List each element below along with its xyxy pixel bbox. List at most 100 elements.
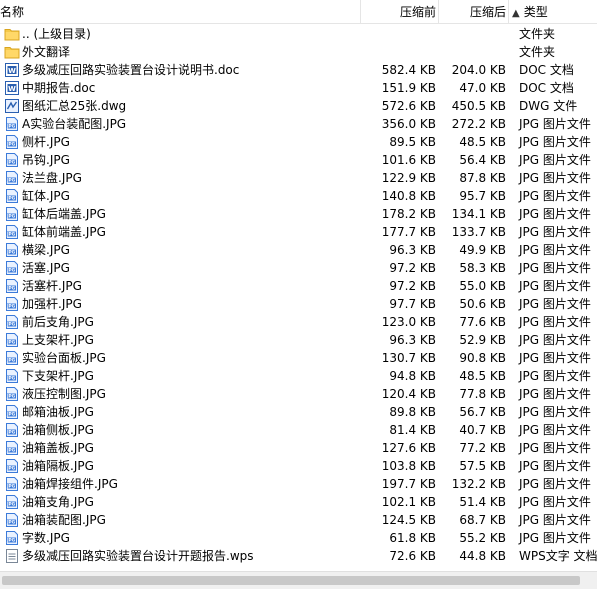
column-divider[interactable]: [508, 0, 509, 23]
svg-text:JPG: JPG: [6, 484, 16, 489]
file-row[interactable]: JPG A实验台装配图.JPG 356.0 KB 272.2 KB JPG 图片文件: [0, 115, 597, 133]
column-name-header[interactable]: 名称: [0, 4, 360, 20]
file-type: JPG 图片文件: [519, 423, 591, 437]
horizontal-scrollbar[interactable]: [0, 571, 597, 589]
column-divider[interactable]: [438, 0, 439, 23]
svg-text:JPG: JPG: [6, 520, 16, 525]
size-after: 77.8 KB: [459, 387, 506, 401]
column-type-label: 类型: [523, 5, 548, 19]
file-row[interactable]: JPG 活塞.JPG 97.2 KB 58.3 KB JPG 图片文件: [0, 259, 597, 277]
file-row[interactable]: JPG 字数.JPG 61.8 KB 55.2 KB JPG 图片文件: [0, 529, 597, 547]
file-type: JPG 图片文件: [519, 189, 591, 203]
file-row[interactable]: 多级减压回路实验装置台设计开题报告.wps 72.6 KB 44.8 KB WPS文字…: [0, 547, 597, 565]
size-before: 103.8 KB: [381, 459, 436, 473]
file-name: 缸体.JPG: [22, 189, 70, 203]
file-list: .. (上级目录) 文件夹 外文翻译 文件夹 W 多级减压回路实验装置台设计说明书.doc…: [0, 25, 597, 565]
file-row[interactable]: JPG 缸体后端盖.JPG 178.2 KB 134.1 KB JPG 图片文件: [0, 205, 597, 223]
file-type: JPG 图片文件: [519, 243, 591, 257]
file-type: JPG 图片文件: [519, 225, 591, 239]
file-row[interactable]: JPG 油箱盖板.JPG 127.6 KB 77.2 KB JPG 图片文件: [0, 439, 597, 457]
file-row[interactable]: JPG 油箱装配图.JPG 124.5 KB 68.7 KB JPG 图片文件: [0, 511, 597, 529]
file-row[interactable]: JPG 活塞杆.JPG 97.2 KB 55.0 KB JPG 图片文件: [0, 277, 597, 295]
svg-text:JPG: JPG: [6, 250, 16, 255]
file-row[interactable]: JPG 下支架杆.JPG 94.8 KB 48.5 KB JPG 图片文件: [0, 367, 597, 385]
column-compressed-header[interactable]: 压缩前: [362, 4, 436, 20]
column-divider[interactable]: [360, 0, 361, 23]
file-type: JPG 图片文件: [519, 387, 591, 401]
file-row[interactable]: JPG 上支架杆.JPG 96.3 KB 52.9 KB JPG 图片文件: [0, 331, 597, 349]
file-row[interactable]: JPG 油箱侧板.JPG 81.4 KB 40.7 KB JPG 图片文件: [0, 421, 597, 439]
jpg-file-icon: JPG: [4, 350, 20, 366]
size-before: 96.3 KB: [389, 333, 436, 347]
folder-row[interactable]: .. (上级目录) 文件夹: [0, 25, 597, 43]
size-before: 127.6 KB: [381, 441, 436, 455]
file-row[interactable]: JPG 邮箱油板.JPG 89.8 KB 56.7 KB JPG 图片文件: [0, 403, 597, 421]
file-name: 油箱隔板.JPG: [22, 459, 94, 473]
jpg-file-icon: JPG: [4, 332, 20, 348]
file-type: 文件夹: [519, 27, 556, 41]
file-type: DWG 文件: [519, 99, 578, 113]
file-row[interactable]: JPG 油箱焊接组件.JPG 197.7 KB 132.2 KB JPG 图片文件: [0, 475, 597, 493]
file-name: 油箱焊接组件.JPG: [22, 477, 118, 491]
file-row[interactable]: JPG 缸体.JPG 140.8 KB 95.7 KB JPG 图片文件: [0, 187, 597, 205]
file-name: 活塞杆.JPG: [22, 279, 82, 293]
svg-text:JPG: JPG: [6, 268, 16, 273]
size-before: 124.5 KB: [381, 513, 436, 527]
size-after: 56.7 KB: [459, 405, 506, 419]
column-type-header[interactable]: ▲ 类型: [512, 4, 597, 20]
jpg-file-icon: JPG: [4, 296, 20, 312]
file-name: 加强杆.JPG: [22, 297, 82, 311]
file-row[interactable]: JPG 吊钩.JPG 101.6 KB 56.4 KB JPG 图片文件: [0, 151, 597, 169]
file-name: 油箱盖板.JPG: [22, 441, 94, 455]
size-after: 57.5 KB: [459, 459, 506, 473]
file-row[interactable]: JPG 油箱支角.JPG 102.1 KB 51.4 KB JPG 图片文件: [0, 493, 597, 511]
column-after-header[interactable]: 压缩后: [440, 4, 506, 20]
file-row[interactable]: W 多级减压回路实验装置台设计说明书.doc 582.4 KB 204.0 KB DOC…: [0, 61, 597, 79]
file-name: 邮箱油板.JPG: [22, 405, 94, 419]
size-before: 61.8 KB: [389, 531, 436, 545]
file-name: 油箱支角.JPG: [22, 495, 94, 509]
file-name: 缸体前端盖.JPG: [22, 225, 106, 239]
size-after: 51.4 KB: [459, 495, 506, 509]
size-after: 58.3 KB: [459, 261, 506, 275]
file-row[interactable]: JPG 侧杆.JPG 89.5 KB 48.5 KB JPG 图片文件: [0, 133, 597, 151]
file-type: JPG 图片文件: [519, 477, 591, 491]
svg-text:JPG: JPG: [6, 322, 16, 327]
svg-text:JPG: JPG: [6, 376, 16, 381]
file-row[interactable]: JPG 液压控制图.JPG 120.4 KB 77.8 KB JPG 图片文件: [0, 385, 597, 403]
file-row[interactable]: JPG 加强杆.JPG 97.7 KB 50.6 KB JPG 图片文件: [0, 295, 597, 313]
sort-ascending-icon: ▲: [512, 8, 520, 19]
svg-text:JPG: JPG: [6, 142, 16, 147]
size-after: 272.2 KB: [451, 117, 506, 131]
file-name: 外文翻译: [22, 45, 71, 59]
size-after: 77.2 KB: [459, 441, 506, 455]
file-type: JPG 图片文件: [519, 531, 591, 545]
jpg-file-icon: JPG: [4, 422, 20, 438]
column-header: 名称 压缩前 压缩后 ▲ 类型: [0, 0, 597, 24]
jpg-file-icon: JPG: [4, 494, 20, 510]
size-before: 122.9 KB: [381, 171, 436, 185]
svg-text:JPG: JPG: [6, 304, 16, 309]
size-after: 40.7 KB: [459, 423, 506, 437]
file-type: JPG 图片文件: [519, 333, 591, 347]
file-name: 吊钩.JPG: [22, 153, 70, 167]
size-before: 102.1 KB: [381, 495, 436, 509]
size-after: 133.7 KB: [451, 225, 506, 239]
size-before: 177.7 KB: [381, 225, 436, 239]
file-type: JPG 图片文件: [519, 369, 591, 383]
size-after: 87.8 KB: [459, 171, 506, 185]
file-row[interactable]: 图纸汇总25张.dwg 572.6 KB 450.5 KB DWG 文件: [0, 97, 597, 115]
folder-row[interactable]: 外文翻译 文件夹: [0, 43, 597, 61]
file-row[interactable]: JPG 缸体前端盖.JPG 177.7 KB 133.7 KB JPG 图片文件: [0, 223, 597, 241]
jpg-file-icon: JPG: [4, 368, 20, 384]
file-name: 实验台面板.JPG: [22, 351, 106, 365]
file-row[interactable]: JPG 前后支角.JPG 123.0 KB 77.6 KB JPG 图片文件: [0, 313, 597, 331]
file-row[interactable]: JPG 法兰盘.JPG 122.9 KB 87.8 KB JPG 图片文件: [0, 169, 597, 187]
file-row[interactable]: JPG 实验台面板.JPG 130.7 KB 90.8 KB JPG 图片文件: [0, 349, 597, 367]
file-row[interactable]: JPG 油箱隔板.JPG 103.8 KB 57.5 KB JPG 图片文件: [0, 457, 597, 475]
file-row[interactable]: W 中期报告.doc 151.9 KB 47.0 KB DOC 文档: [0, 79, 597, 97]
file-row[interactable]: JPG 横梁.JPG 96.3 KB 49.9 KB JPG 图片文件: [0, 241, 597, 259]
scrollbar-thumb[interactable]: [2, 576, 580, 585]
size-before: 123.0 KB: [381, 315, 436, 329]
jpg-file-icon: JPG: [4, 260, 20, 276]
